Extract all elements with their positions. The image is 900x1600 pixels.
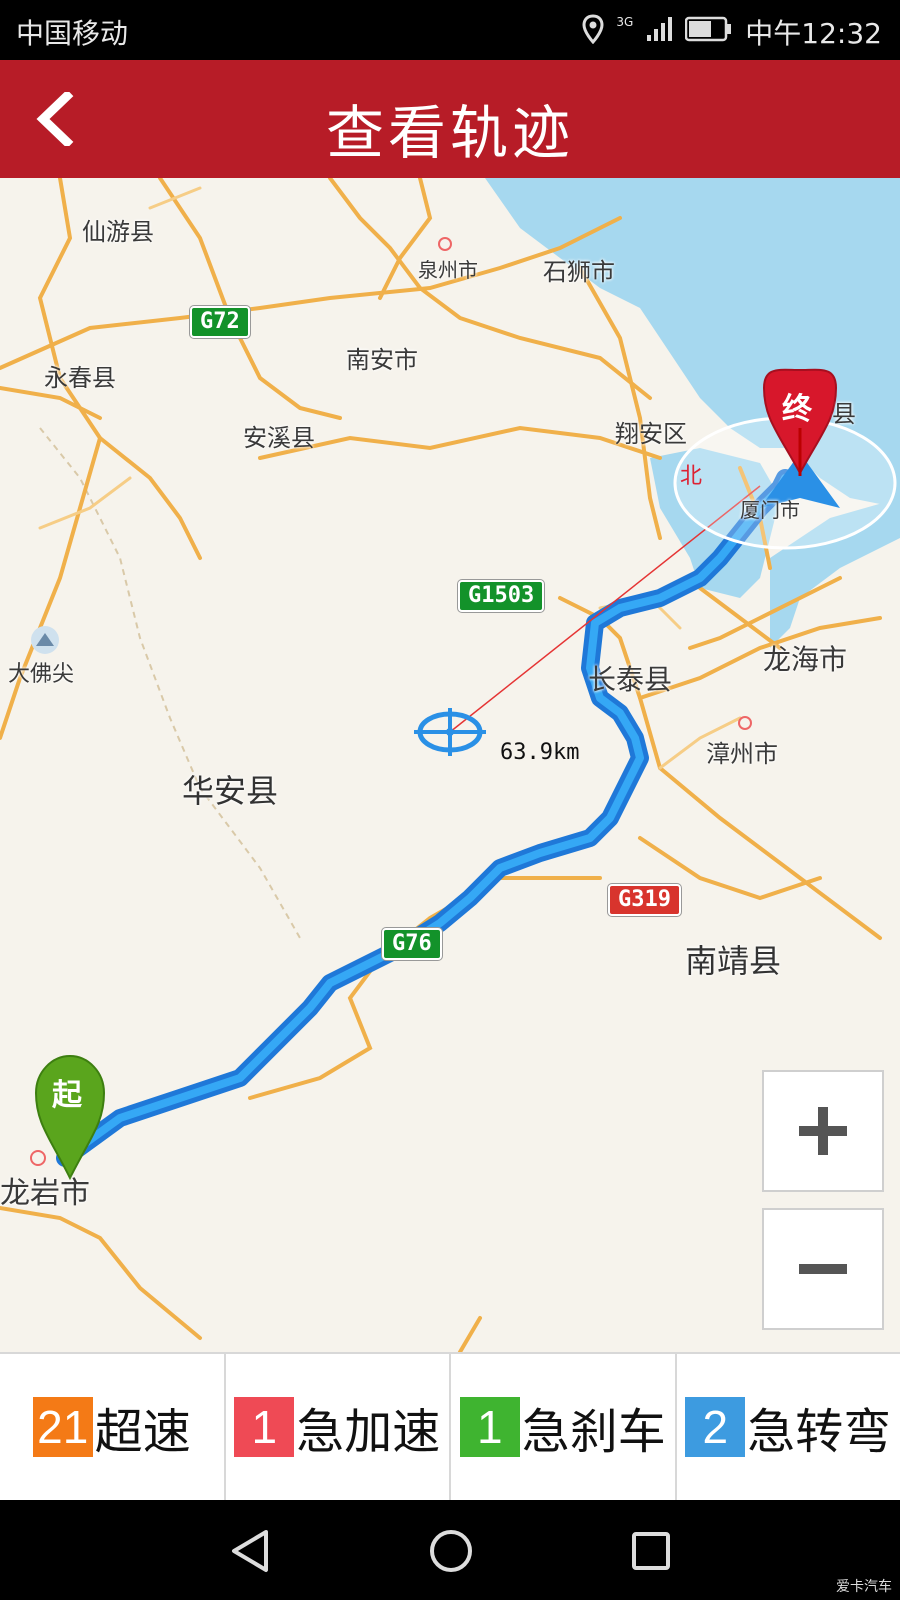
app-header: 查看轨迹 [0, 60, 900, 178]
road-badge-g319: G319 [608, 884, 681, 916]
place-shishi: 石狮市 [543, 258, 615, 286]
carrier-name: 中国移动 [16, 17, 129, 50]
stat-hard-braking-label: 急刹车 [521, 1404, 666, 1460]
place-xianyou: 仙游县 [82, 218, 154, 246]
square-recents-icon [632, 1532, 670, 1570]
end-marker-label: 终 [782, 392, 812, 427]
place-huaan: 华安县 [182, 772, 279, 810]
place-anxi: 安溪县 [243, 424, 315, 452]
stat-speeding-label: 超速 [94, 1404, 191, 1460]
zoom-in-button[interactable] [762, 1070, 884, 1192]
road-badge-g72: G72 [190, 306, 250, 338]
place-yongchun: 永春县 [44, 364, 116, 392]
nav-home-button[interactable] [426, 1526, 476, 1576]
page-title: 查看轨迹 [325, 99, 574, 167]
triangle-back-icon [232, 1530, 268, 1572]
place-longyan: 龙岩市 [0, 1176, 90, 1211]
stat-sharp-turn[interactable]: 2 急转弯 [677, 1354, 900, 1500]
status-icons: 3G 中午12:32 [582, 12, 882, 52]
place-nanjing: 南靖县 [685, 942, 782, 980]
place-longhai: 龙海市 [763, 643, 848, 676]
signal-icon [645, 15, 673, 50]
stat-hard-braking-count: 1 [459, 1397, 520, 1457]
stat-hard-acceleration[interactable]: 1 急加速 [226, 1354, 451, 1500]
place-jinmen-partial: 县 [832, 400, 856, 428]
place-xiamen: 厦门市 [740, 498, 800, 522]
stat-sharp-turn-count: 2 [685, 1397, 746, 1457]
stat-speeding-count: 21 [32, 1397, 93, 1457]
stat-speeding[interactable]: 21 超速 [0, 1354, 226, 1500]
plus-icon [799, 1107, 847, 1155]
road-badge-g1503: G1503 [458, 580, 545, 612]
place-nanan: 南安市 [346, 346, 418, 374]
crosshair-icon [414, 708, 486, 756]
svg-text:北: 北 [680, 464, 702, 489]
battery-icon [685, 16, 733, 49]
nav-back-button[interactable] [226, 1526, 276, 1576]
distance-label: 63.9km [500, 740, 580, 765]
place-quanzhou: 泉州市 [418, 258, 478, 282]
watermark: 爱卡汽车 [836, 1579, 892, 1595]
stat-hard-acceleration-label: 急加速 [296, 1404, 441, 1460]
nav-recents-button[interactable] [626, 1526, 676, 1576]
driving-events-bar: 21 超速 1 急加速 1 急刹车 2 急转弯 [0, 1352, 900, 1500]
start-marker-label: 起 [52, 1078, 82, 1113]
map-view[interactable]: 北 仙游县 泉州市 石狮市 南安市 永春县 安溪县 翔安区 县 厦门市 大佛尖 … [0, 178, 900, 1352]
location-icon [582, 13, 604, 51]
stat-sharp-turn-label: 急转弯 [747, 1404, 892, 1460]
network-type: 3G [616, 15, 634, 29]
place-changtai: 长泰县 [588, 663, 673, 696]
stat-hard-acceleration-count: 1 [234, 1397, 295, 1457]
clock: 中午12:32 [745, 17, 882, 50]
zoom-out-button[interactable] [762, 1208, 884, 1330]
place-zhangzhou: 漳州市 [706, 740, 778, 768]
track-route [56, 469, 794, 1167]
minus-icon [799, 1264, 847, 1274]
stat-hard-braking[interactable]: 1 急刹车 [451, 1354, 677, 1500]
system-nav-bar: 爱卡汽车 [0, 1500, 900, 1600]
place-dafojian: 大佛尖 [8, 662, 75, 687]
status-bar: 中国移动 3G 中午12:32 [0, 0, 900, 60]
road-badge-g76: G76 [382, 928, 442, 960]
place-xiangan: 翔安区 [615, 420, 687, 448]
circle-home-icon [430, 1530, 472, 1572]
